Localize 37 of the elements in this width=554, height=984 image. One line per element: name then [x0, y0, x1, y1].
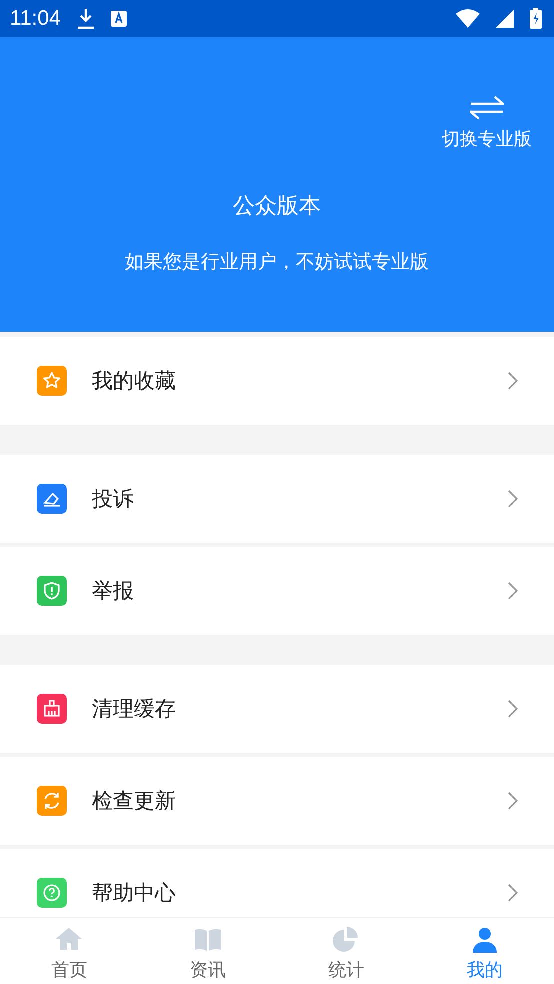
- download-icon: [77, 8, 95, 30]
- chevron-icon: [508, 372, 518, 390]
- tab-label: 首页: [51, 959, 88, 982]
- version-title: 公众版本: [233, 193, 321, 221]
- menu-label: 投诉: [92, 486, 135, 513]
- switch-version-label: 切换专业版: [442, 128, 532, 151]
- keyboard-icon: [111, 10, 127, 26]
- chevron-icon: [508, 884, 518, 902]
- menu-item[interactable]: 投诉: [0, 455, 554, 543]
- tab-label: 我的: [466, 959, 503, 982]
- menu-label: 我的收藏: [92, 368, 177, 395]
- chevron-icon: [508, 700, 518, 718]
- nav-tab[interactable]: 首页: [0, 918, 138, 984]
- version-subtitle: 如果您是行业用户，不妨试试专业版: [125, 250, 429, 275]
- menu-item[interactable]: 检查更新: [0, 757, 554, 845]
- menu-item[interactable]: 举报: [0, 547, 554, 635]
- chevron-icon: [508, 582, 518, 600]
- menu-label: 检查更新: [92, 788, 177, 815]
- menu-item[interactable]: 帮助中心: [0, 849, 554, 917]
- switch-version-button[interactable]: 切换专业版: [442, 95, 532, 151]
- swap-icon: [470, 95, 504, 121]
- menu-item[interactable]: 清理缓存: [0, 665, 554, 753]
- tab-label: 资讯: [190, 959, 226, 982]
- battery-icon: [530, 8, 542, 29]
- wifi-icon: [456, 9, 480, 28]
- nav-tab[interactable]: 我的: [416, 918, 554, 984]
- nav-tab[interactable]: 统计: [277, 918, 416, 984]
- chevron-icon: [508, 490, 518, 508]
- nav-tab[interactable]: 资讯: [138, 918, 277, 984]
- menu-label: 帮助中心: [92, 880, 177, 907]
- signal-icon: [496, 10, 514, 28]
- menu-label: 清理缓存: [92, 696, 177, 723]
- chevron-icon: [508, 792, 518, 810]
- menu-item[interactable]: 我的收藏: [0, 337, 554, 425]
- status-time: 11:04: [10, 6, 61, 30]
- tab-label: 统计: [328, 959, 364, 982]
- menu-label: 举报: [92, 578, 135, 605]
